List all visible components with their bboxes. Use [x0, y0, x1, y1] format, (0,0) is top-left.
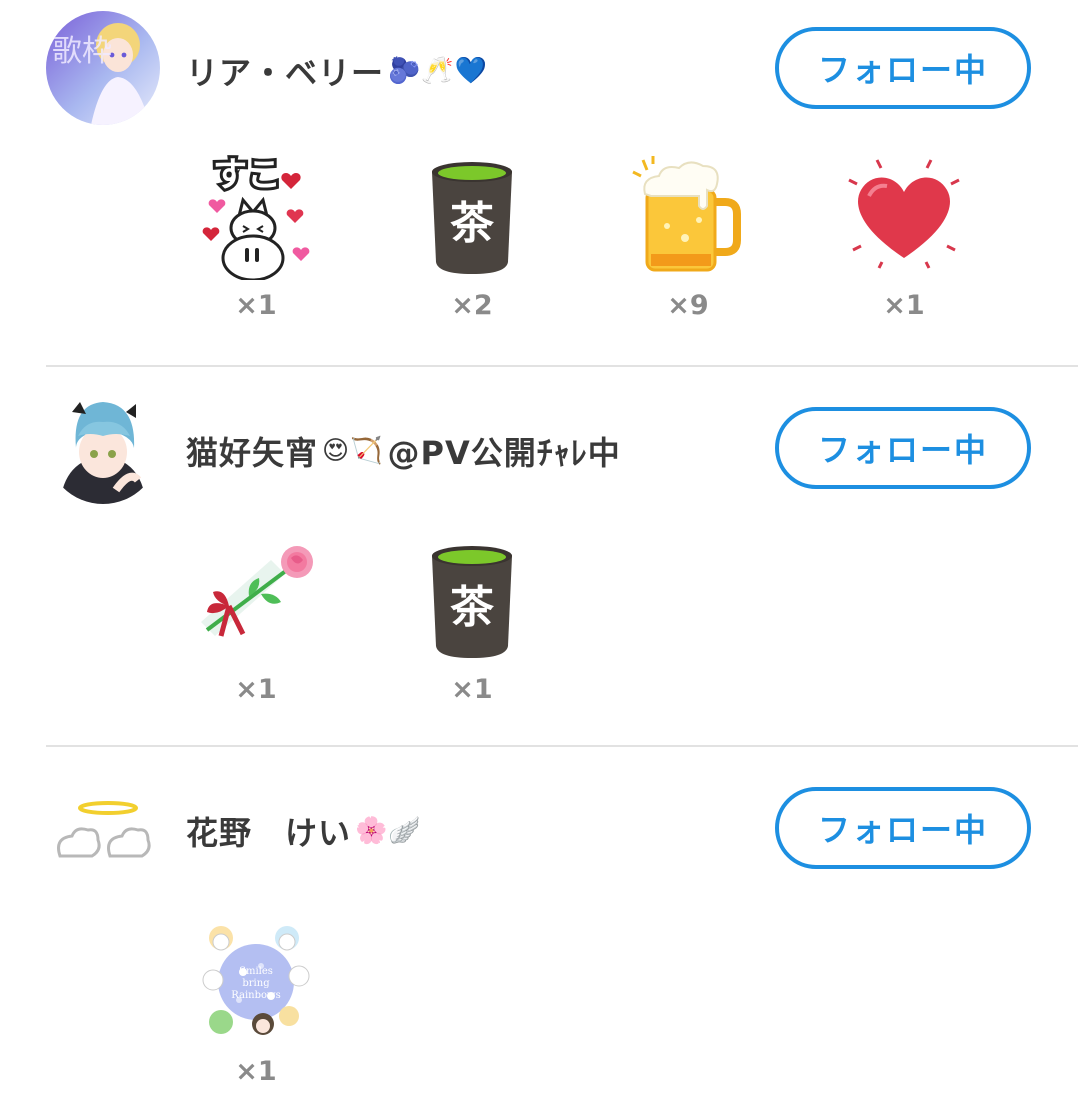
suko-cat-sticker-icon: すこ: [186, 150, 326, 280]
following-button[interactable]: フォロー中: [775, 787, 1031, 869]
gift-count: ×1: [883, 290, 925, 321]
divider: [46, 365, 1078, 367]
username-text: リア・ベリー: [186, 54, 385, 92]
username[interactable]: 花野 けい 🌸🪽: [186, 808, 422, 854]
svg-text:Smiles: Smiles: [239, 966, 273, 977]
gift-count: ×1: [451, 674, 493, 705]
gift-item: 茶 ×2: [402, 150, 542, 321]
rose-bouquet-icon: [186, 534, 326, 664]
following-button[interactable]: フォロー中: [775, 27, 1031, 109]
gift-count: ×1: [235, 1056, 277, 1087]
gift-item: ×1: [186, 534, 326, 705]
green-tea-cup-icon: 茶: [402, 534, 542, 664]
svg-text:茶: 茶: [450, 582, 495, 633]
beer-mug-icon: [618, 150, 758, 280]
username-emoji: 🌸🪽: [355, 816, 422, 846]
following-button[interactable]: フォロー中: [775, 407, 1031, 489]
gift-count: ×1: [235, 290, 277, 321]
avatar[interactable]: [46, 770, 160, 884]
gift-item: すこ ×1: [186, 150, 326, 321]
gift-item: ×1: [834, 150, 974, 321]
gift-item: ×9: [618, 150, 758, 321]
gift-item: Smiles bring Rainbows ×1: [186, 916, 326, 1087]
username[interactable]: 猫好矢宵 😍🏹 @PV公開ﾁｬﾚ中: [186, 428, 621, 474]
svg-text:Rainbows: Rainbows: [231, 990, 280, 1001]
green-tea-cup-icon: 茶: [402, 150, 542, 280]
gift-count: ×2: [451, 290, 493, 321]
username-emoji: 😍🏹: [322, 436, 384, 466]
username[interactable]: リア・ベリー 🫐🥂💙: [186, 48, 488, 94]
username-text: 花野 けい: [186, 814, 352, 852]
smiles-bring-rainbows-sticker-icon: Smiles bring Rainbows: [186, 916, 326, 1046]
gift-item: 茶 ×1: [402, 534, 542, 705]
svg-text:歌枠: 歌枠: [52, 34, 112, 69]
svg-text:茶: 茶: [450, 198, 495, 249]
username-suffix: @PV公開ﾁｬﾚ中: [387, 434, 621, 472]
svg-text:すこ: すこ: [213, 155, 281, 195]
red-heart-icon: [834, 150, 974, 280]
svg-text:bring: bring: [242, 978, 270, 989]
username-text: 猫好矢宵: [186, 434, 319, 472]
username-emoji: 🫐🥂💙: [388, 56, 489, 86]
avatar[interactable]: [46, 390, 160, 504]
divider: [46, 745, 1078, 747]
gift-count: ×9: [667, 290, 709, 321]
gift-count: ×1: [235, 674, 277, 705]
avatar[interactable]: 歌枠: [46, 11, 160, 125]
